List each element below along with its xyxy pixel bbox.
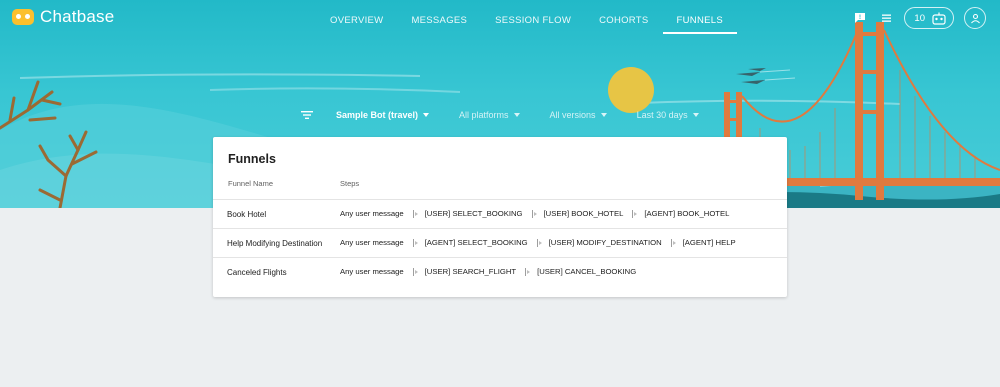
chatbase-logo-icon: [12, 9, 34, 25]
account-icon[interactable]: [964, 7, 986, 29]
funnel-step: [AGENT] SELECT_BOOKING: [424, 238, 528, 247]
tab-cohorts[interactable]: COHORTS: [585, 0, 662, 34]
platform-selector-label: All platforms: [459, 110, 509, 120]
column-header-steps: Steps: [340, 179, 360, 188]
page-title: Funnels: [228, 152, 276, 166]
bot-credits-badge[interactable]: 10: [904, 7, 954, 29]
top-bar: Chatbase OVERVIEW MESSAGES SESSION FLOW …: [0, 0, 1000, 40]
funnels-card: Funnels Funnel Name Steps Book Hotel Any…: [213, 137, 787, 297]
step-arrow-icon: [670, 238, 676, 247]
step-arrow-icon: [536, 238, 542, 247]
column-header-funnel-name: Funnel Name: [228, 179, 274, 188]
funnel-step: [USER] SEARCH_FLIGHT: [424, 267, 517, 276]
funnel-steps: Any user message [AGENT] SELECT_BOOKING …: [340, 238, 736, 247]
step-arrow-icon: [412, 238, 418, 247]
funnel-row-help-modifying-destination[interactable]: Help Modifying Destination Any user mess…: [213, 228, 787, 257]
feedback-icon[interactable]: [852, 10, 868, 26]
funnel-step: [AGENT] HELP: [682, 238, 736, 247]
tab-session-flow[interactable]: SESSION FLOW: [481, 0, 585, 34]
funnel-step: [USER] BOOK_HOTEL: [543, 209, 624, 218]
credits-count: 10: [914, 12, 925, 24]
tab-overview[interactable]: OVERVIEW: [316, 0, 397, 34]
funnel-step: Any user message: [340, 238, 404, 247]
step-arrow-icon: [531, 209, 537, 218]
app-name: Chatbase: [40, 7, 115, 26]
chevron-down-icon: [692, 113, 699, 117]
funnel-name: Book Hotel: [227, 210, 267, 219]
step-arrow-icon: [632, 209, 638, 218]
funnel-step: [AGENT] BOOK_HOTEL: [644, 209, 730, 218]
funnel-step: Any user message: [340, 209, 404, 218]
funnel-steps: Any user message [USER] SELECT_BOOKING […: [340, 209, 729, 218]
date-range-label: Last 30 days: [636, 110, 688, 120]
filter-icon[interactable]: [300, 108, 314, 122]
bot-icon: [932, 12, 946, 25]
funnel-step: Any user message: [340, 267, 404, 276]
chevron-down-icon: [513, 113, 520, 117]
funnel-name: Help Modifying Destination: [227, 239, 323, 248]
step-arrow-icon: [412, 267, 418, 276]
bot-selector-label: Sample Bot (travel): [336, 110, 419, 120]
bot-selector[interactable]: Sample Bot (travel): [336, 110, 430, 120]
funnel-step: [USER] SELECT_BOOKING: [424, 209, 523, 218]
platform-selector[interactable]: All platforms: [459, 110, 520, 120]
step-arrow-icon: [412, 209, 418, 218]
funnel-steps: Any user message [USER] SEARCH_FLIGHT [U…: [340, 267, 636, 276]
chevron-down-icon: [423, 113, 430, 117]
funnel-name: Canceled Flights: [227, 268, 287, 277]
step-arrow-icon: [525, 267, 531, 276]
main-nav: OVERVIEW MESSAGES SESSION FLOW COHORTS F…: [316, 0, 737, 38]
funnel-step: [USER] MODIFY_DESTINATION: [548, 238, 662, 247]
filter-bar: Sample Bot (travel) All platforms All ve…: [300, 107, 729, 123]
version-selector-label: All versions: [549, 110, 596, 120]
funnel-row-book-hotel[interactable]: Book Hotel Any user message [USER] SELEC…: [213, 199, 787, 228]
header-actions: 10: [852, 7, 986, 29]
funnel-row-canceled-flights[interactable]: Canceled Flights Any user message [USER]…: [213, 257, 787, 286]
docs-icon[interactable]: [878, 10, 894, 26]
tab-messages[interactable]: MESSAGES: [397, 0, 481, 34]
chevron-down-icon: [600, 113, 607, 117]
version-selector[interactable]: All versions: [550, 110, 607, 120]
funnel-step: [USER] CANCEL_BOOKING: [537, 267, 637, 276]
app-logo[interactable]: Chatbase: [12, 7, 114, 27]
tab-funnels[interactable]: FUNNELS: [662, 0, 737, 34]
date-range-selector[interactable]: Last 30 days: [637, 110, 699, 120]
